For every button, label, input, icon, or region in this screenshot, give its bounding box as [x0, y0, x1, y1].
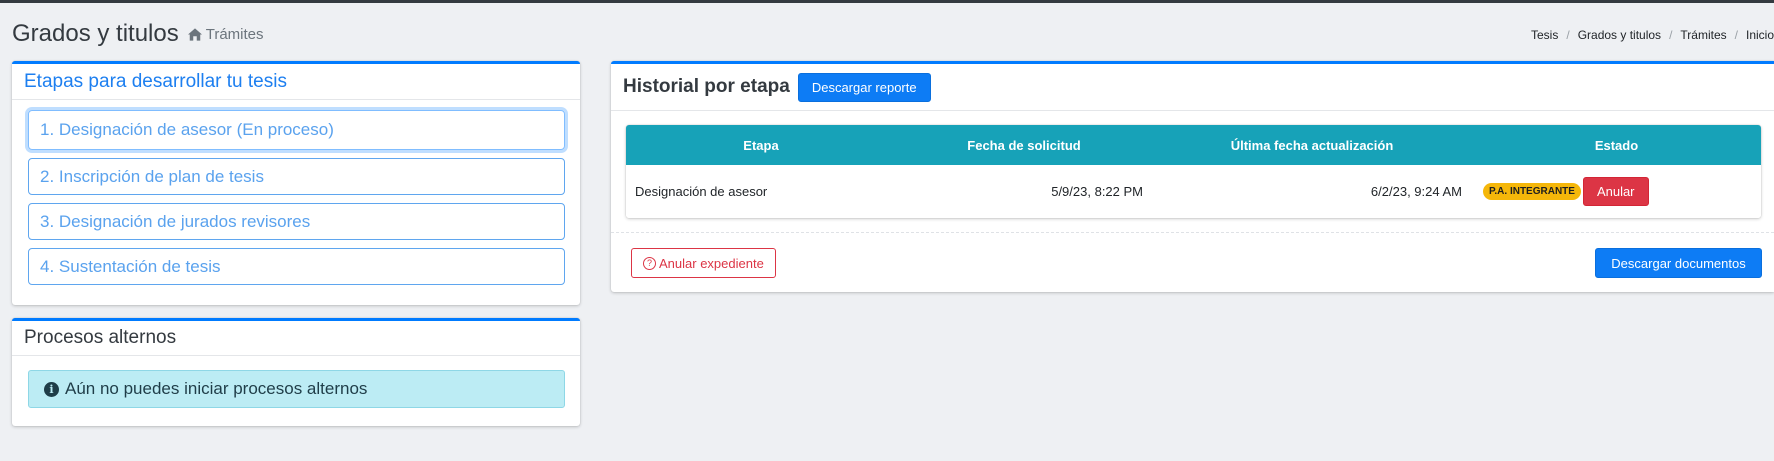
- etapas-card-title: Etapas para desarrollar tu tesis: [24, 70, 287, 92]
- procesos-alternos-title: Procesos alternos: [24, 327, 177, 348]
- page-title: Grados y titulos: [12, 20, 179, 47]
- etapa-item-designacion-jurados[interactable]: 3. Designación de jurados revisores: [28, 203, 565, 240]
- cell-estado: P.A. INTEGRANTE Anular: [1472, 177, 1761, 206]
- page-subtitle: Trámites: [187, 26, 264, 43]
- descargar-reporte-button[interactable]: Descargar reporte: [797, 72, 931, 102]
- anular-expediente-button[interactable]: ? Anular expediente: [631, 248, 776, 278]
- cell-fecha-solicitud: 5/9/23, 8:22 PM: [1051, 184, 1143, 199]
- breadcrumb-item-inicio[interactable]: Inicio: [1746, 28, 1774, 42]
- breadcrumb-separator: /: [1566, 28, 1570, 42]
- etapas-card-header: Etapas para desarrollar tu tesis: [12, 64, 580, 100]
- top-bar: [0, 0, 1774, 3]
- question-circle-icon: ?: [643, 256, 656, 270]
- breadcrumb-separator: /: [1734, 28, 1738, 42]
- breadcrumb: Tesis / Grados y titulos / Trámites / In…: [1531, 28, 1774, 42]
- historial-table: Etapa Fecha de solicitud Última fecha ac…: [626, 125, 1761, 218]
- table-row: Designación de asesor 5/9/23, 8:22 PM 6/…: [626, 165, 1761, 218]
- column-header-estado: Estado: [1594, 137, 1639, 153]
- anular-expediente-label: Anular expediente: [659, 255, 764, 271]
- breadcrumb-item-grados[interactable]: Grados y titulos: [1578, 28, 1661, 42]
- procesos-alternos-header: Procesos alternos: [12, 321, 580, 356]
- anular-button[interactable]: Anular: [1582, 177, 1649, 206]
- procesos-alternos-alert: i Aún no puedes iniciar procesos alterno…: [28, 370, 565, 408]
- table-header-row: Etapa Fecha de solicitud Última fecha ac…: [626, 125, 1761, 165]
- procesos-alternos-alert-text: Aún no puedes iniciar procesos alternos: [65, 379, 368, 398]
- descargar-documentos-button[interactable]: Descargar documentos: [1595, 248, 1762, 278]
- procesos-alternos-card: Procesos alternos i Aún no puedes inicia…: [12, 318, 580, 426]
- etapa-item-designacion-asesor[interactable]: 1. Designación de asesor (En proceso): [28, 110, 565, 150]
- info-icon: i: [44, 381, 59, 397]
- etapas-card: Etapas para desarrollar tu tesis 1. Desi…: [12, 61, 580, 305]
- page-header: Grados y titulos Trámites: [12, 20, 264, 48]
- cell-ultima-actualizacion: 6/2/23, 9:24 AM: [1370, 184, 1462, 199]
- etapas-list: 1. Designación de asesor (En proceso) 2.…: [12, 100, 580, 285]
- card-footer-divider: [611, 232, 1774, 233]
- breadcrumb-separator: /: [1669, 28, 1673, 42]
- cell-etapa: Designación de asesor: [635, 184, 768, 199]
- home-icon: [187, 28, 202, 41]
- historial-card-header: Historial por etapa Descargar reporte: [611, 64, 1774, 111]
- status-badge: P.A. INTEGRANTE: [1483, 183, 1581, 200]
- etapa-item-inscripcion-plan[interactable]: 2. Inscripción de plan de tesis: [28, 158, 565, 195]
- breadcrumb-item-tesis[interactable]: Tesis: [1531, 28, 1558, 42]
- page-subtitle-text: Trámites: [205, 26, 264, 43]
- historial-card: Historial por etapa Descargar reporte Et…: [611, 61, 1774, 292]
- breadcrumb-item-tramites[interactable]: Trámites: [1680, 28, 1726, 42]
- etapa-item-sustentacion[interactable]: 4. Sustentación de tesis: [28, 248, 565, 285]
- column-header-fecha-solicitud: Fecha de solicitud: [967, 137, 1081, 153]
- column-header-etapa: Etapa: [743, 137, 779, 153]
- historial-card-title: Historial por etapa: [623, 76, 790, 97]
- column-header-ultima-actualizacion: Última fecha actualización: [1230, 137, 1394, 153]
